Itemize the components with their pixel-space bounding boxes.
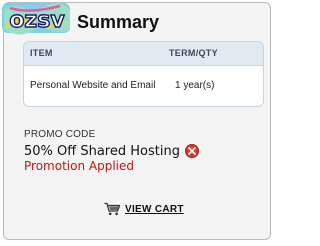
table-cell-term: 1 year(s): [175, 80, 215, 91]
shopping-cart-icon: [104, 202, 121, 216]
table-header: ITEM TERM/QTY: [24, 42, 263, 66]
promo-code-value: 50% Off Shared Hosting: [24, 143, 180, 159]
table-cell-item: Personal Website and Email: [30, 80, 156, 91]
promo-code-row: 50% Off Shared Hosting: [24, 142, 199, 160]
column-header-item: ITEM: [30, 48, 53, 58]
promo-status: Promotion Applied: [24, 159, 134, 173]
view-cart-label[interactable]: VIEW CART: [125, 204, 184, 215]
svg-text:ozsv: ozsv: [9, 8, 65, 33]
promo-code-label: PROMO CODE: [24, 129, 96, 140]
summary-title: Summary: [77, 12, 160, 32]
view-cart-link[interactable]: VIEW CART: [104, 202, 184, 216]
order-summary-panel: Summary ITEM TERM/QTY Personal Website a…: [3, 2, 271, 240]
remove-promo-button[interactable]: [184, 144, 199, 158]
column-header-term-qty: TERM/QTY: [169, 48, 218, 58]
order-items-table: ITEM TERM/QTY Personal Website and Email…: [23, 41, 264, 107]
graffiti-logo: ozsv: [2, 2, 70, 35]
close-icon: [188, 147, 196, 155]
